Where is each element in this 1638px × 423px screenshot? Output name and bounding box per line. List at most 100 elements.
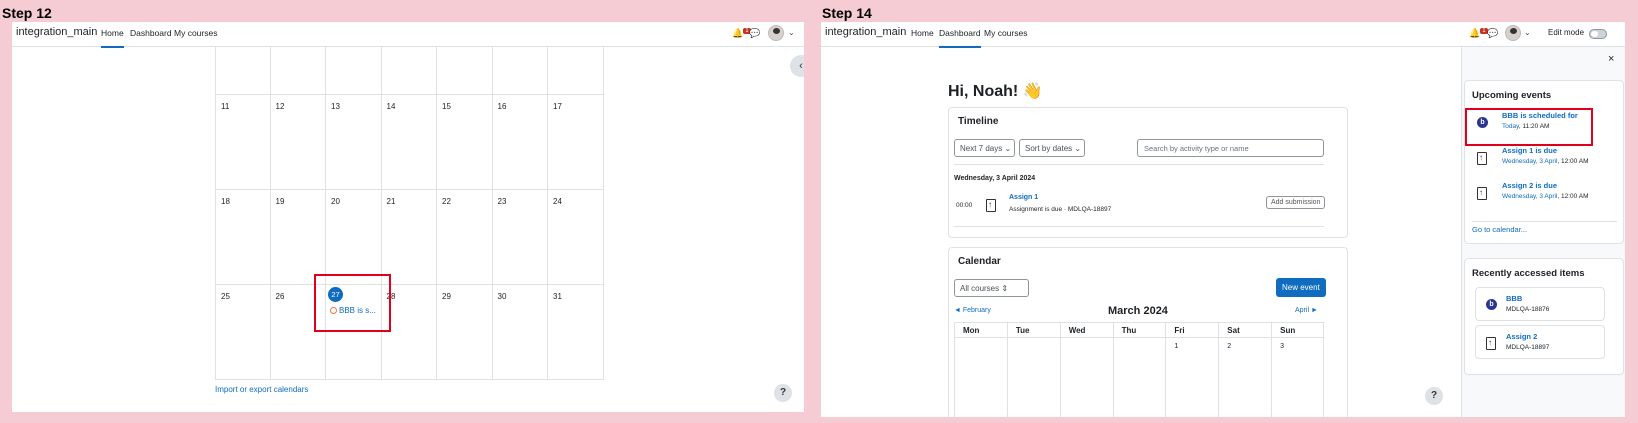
add-submission-button[interactable]: Add submission	[1266, 196, 1326, 209]
calendar-day-cell[interactable]: 16	[492, 95, 548, 190]
recent-item-card[interactable]: b BBB MDLQA-18876	[1475, 287, 1605, 321]
upcoming-event-time-text: , 12:00 AM	[1557, 193, 1589, 200]
nav-home[interactable]: Home	[911, 28, 934, 38]
calendar-day-number[interactable]: 15	[442, 102, 451, 111]
recent-item-name[interactable]: Assign 2	[1506, 332, 1537, 341]
timeline-item-title[interactable]: Assign 1	[1009, 194, 1038, 201]
calendar-day-cell[interactable]: 30	[492, 285, 548, 380]
calendar-day-number[interactable]: 19	[276, 197, 285, 206]
edit-mode-toggle[interactable]	[1589, 29, 1607, 39]
calendar-day-number[interactable]: 25	[221, 292, 230, 301]
calendar-day-number[interactable]: 2	[1227, 343, 1231, 350]
nav-dashboard[interactable]: Dashboard	[130, 28, 172, 38]
calendar-day-cell[interactable]: 12	[270, 95, 326, 190]
notification-bell-icon[interactable]: 🔔 1	[732, 28, 751, 39]
calendar-day-cell[interactable]: 21	[381, 190, 437, 285]
nav-home[interactable]: Home	[101, 28, 124, 48]
step-12-screenshot: integration_main Home Dashboard My cours…	[12, 22, 804, 412]
user-avatar[interactable]	[1505, 25, 1521, 41]
calendar-day-number[interactable]: 18	[221, 197, 230, 206]
calendar-day-cell[interactable]	[492, 47, 548, 95]
timeline-search-input[interactable]: Search by activity type or name	[1137, 139, 1324, 157]
calendar-day-number[interactable]: 23	[498, 197, 507, 206]
upcoming-event-date-link[interactable]: Wednesday, 3 April	[1502, 158, 1557, 165]
help-button[interactable]: ?	[1425, 387, 1443, 405]
nav-my-courses[interactable]: My courses	[984, 28, 1027, 38]
upcoming-event-date-link[interactable]: Wednesday, 3 April	[1502, 193, 1557, 200]
prev-month-link[interactable]: ◄ February	[954, 307, 991, 314]
help-button[interactable]: ?	[774, 384, 792, 402]
go-to-calendar-link[interactable]: Go to calendar...	[1472, 225, 1527, 234]
recent-item-card[interactable]: Assign 2 MDLQA-18897	[1475, 325, 1605, 359]
recent-item-name[interactable]: BBB	[1506, 294, 1522, 303]
next-month-label: April	[1295, 307, 1310, 314]
top-navbar: integration_main Home Dashboard My cours…	[12, 22, 804, 48]
upcoming-event-title[interactable]: Assign 2 is due	[1502, 181, 1557, 190]
calendar-day-number[interactable]: 1	[1174, 343, 1178, 350]
site-name[interactable]: integration_main	[825, 26, 906, 38]
timeline-sort-select[interactable]: Sort by dates ⌄	[1019, 139, 1085, 157]
calendar-day-number[interactable]: 14	[387, 102, 396, 111]
calendar-day-number[interactable]: 24	[553, 197, 562, 206]
calendar-day-cell[interactable]	[326, 47, 382, 95]
calendar-day-number[interactable]: 17	[553, 102, 562, 111]
calendar-day-cell[interactable]: 25	[215, 285, 271, 380]
divider	[954, 226, 1324, 227]
notification-bell-icon[interactable]: 🔔 1	[1469, 28, 1488, 39]
calendar-day-number[interactable]: 22	[442, 197, 451, 206]
calendar-day-cell[interactable]: 24	[548, 190, 604, 285]
calendar-day-cell[interactable]: 15	[437, 95, 493, 190]
messages-icon[interactable]: 💬	[749, 28, 760, 39]
calendar-day-cell[interactable]: 14	[381, 95, 437, 190]
calendar-day-cell[interactable]: 19	[270, 190, 326, 285]
calendar-day-number[interactable]: 21	[387, 197, 396, 206]
calendar-day-cell[interactable]: 20	[326, 190, 382, 285]
calendar-day-cell[interactable]	[270, 47, 326, 95]
weekday-header: Fri	[1174, 326, 1185, 335]
timeline-days-filter[interactable]: Next 7 days ⌄	[954, 139, 1015, 157]
user-avatar[interactable]	[768, 25, 784, 41]
divider	[1060, 337, 1113, 338]
timeline-item-time: 00:00	[956, 202, 973, 209]
calendar-day-cell[interactable]: 29	[437, 285, 493, 380]
timeline-date-heading: Wednesday, 3 April 2024	[954, 175, 1036, 182]
chevron-left-icon[interactable]: ‹	[790, 55, 804, 77]
calendar-day-cell[interactable]: 13	[326, 95, 382, 190]
upcoming-event-title[interactable]: Assign 1 is due	[1502, 146, 1557, 155]
calendar-day-number[interactable]: 3	[1280, 343, 1284, 350]
nav-my-courses[interactable]: My courses	[174, 28, 217, 38]
calendar-day-number[interactable]: 12	[276, 102, 285, 111]
calendar-day-number[interactable]: 20	[331, 197, 340, 206]
calendar-day-number[interactable]: 13	[331, 102, 340, 111]
recent-item-course: MDLQA-18897	[1506, 344, 1550, 351]
calendar-day-cell[interactable]: 18	[215, 190, 271, 285]
calendar-day-cell[interactable]	[381, 47, 437, 95]
next-month-link[interactable]: April ►	[1295, 307, 1318, 314]
calendar-day-number[interactable]: 16	[498, 102, 507, 111]
calendar-day-cell[interactable]	[548, 47, 604, 95]
chevron-down-icon[interactable]: ⌄	[1524, 28, 1531, 37]
nav-dashboard[interactable]: Dashboard	[939, 28, 981, 48]
new-event-button[interactable]: New event	[1276, 278, 1326, 297]
calendar-day-cell[interactable]: 31	[548, 285, 604, 380]
close-icon[interactable]: ×	[1608, 53, 1614, 65]
chevron-down-icon[interactable]: ⌄	[788, 28, 795, 37]
site-name[interactable]: integration_main	[16, 26, 97, 38]
calendar-day-cell[interactable]: 23	[492, 190, 548, 285]
calendar-day-number[interactable]: 26	[276, 292, 285, 301]
calendar-day-number[interactable]: 11	[221, 102, 229, 111]
calendar-day-cell[interactable]: 22	[437, 190, 493, 285]
calendar-day-cell[interactable]: 11	[215, 95, 271, 190]
calendar-day-number[interactable]: 29	[442, 292, 451, 301]
assignment-icon	[1477, 152, 1487, 165]
calendar-day-cell[interactable]	[215, 47, 271, 95]
course-filter-select[interactable]: All courses ⇕	[954, 279, 1029, 297]
messages-icon[interactable]: 💬	[1487, 28, 1498, 39]
calendar-day-cell[interactable]: 17	[548, 95, 604, 190]
calendar-day-number[interactable]: 31	[553, 292, 562, 301]
calendar-day-number[interactable]: 30	[498, 292, 507, 301]
calendar-day-cell[interactable]	[437, 47, 493, 95]
calendar-column: Mon	[954, 323, 1007, 417]
import-export-calendars-link[interactable]: Import or export calendars	[215, 385, 308, 394]
page-greeting: Hi, Noah! 👋	[948, 83, 1043, 100]
